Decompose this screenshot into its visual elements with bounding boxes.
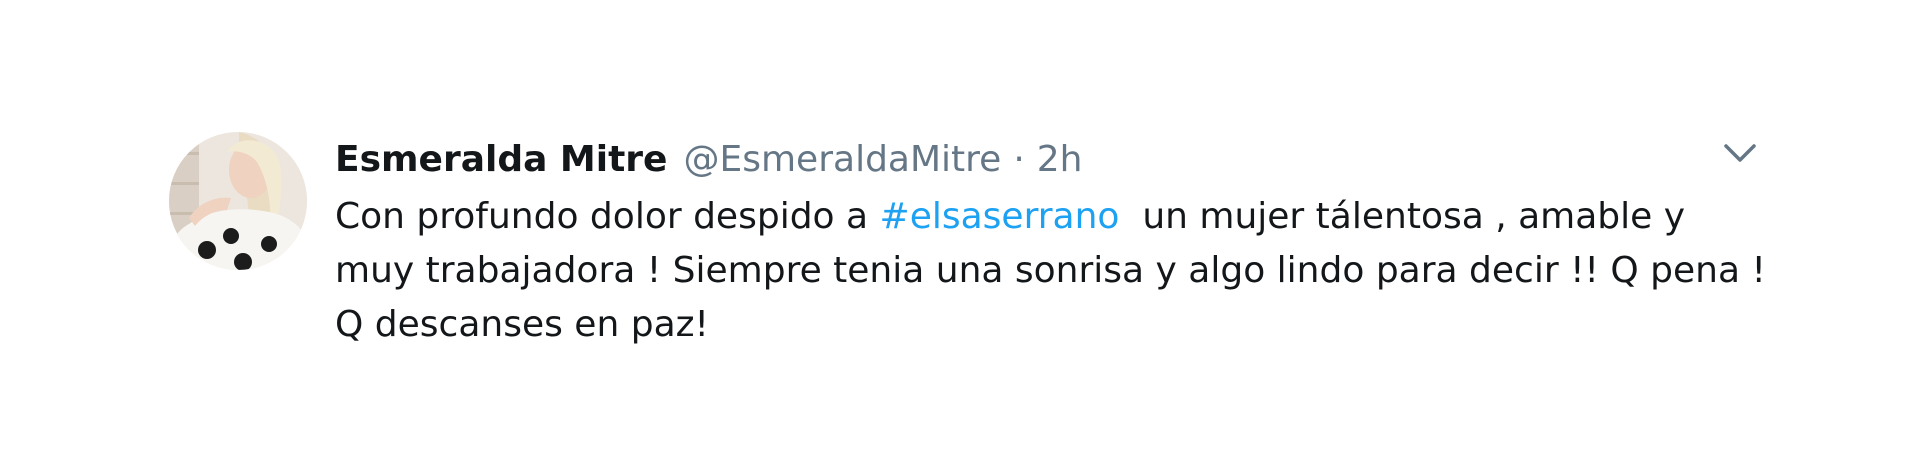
chevron-down-icon [1724,144,1756,162]
avatar[interactable] [169,132,307,270]
tweet-body: Esmeralda Mitre @EsmeraldaMitre · 2h Con… [335,136,1775,352]
hashtag-link[interactable]: #elsaserrano [880,196,1120,237]
tweet-text-before: Con profundo dolor despido a [335,196,880,237]
tweet-header: Esmeralda Mitre @EsmeraldaMitre · 2h [335,136,1775,184]
author-name[interactable]: Esmeralda Mitre [335,136,667,184]
more-options-button[interactable] [1720,138,1760,168]
avatar-photo [169,132,307,270]
author-handle[interactable]: @EsmeraldaMitre [683,136,1001,184]
tweet-text: Con profundo dolor despido a #elsaserran… [335,190,1775,352]
timestamp[interactable]: 2h [1037,136,1083,184]
tweet[interactable]: Esmeralda Mitre @EsmeraldaMitre · 2h Con… [0,0,1920,476]
separator-dot: · [1013,139,1025,180]
